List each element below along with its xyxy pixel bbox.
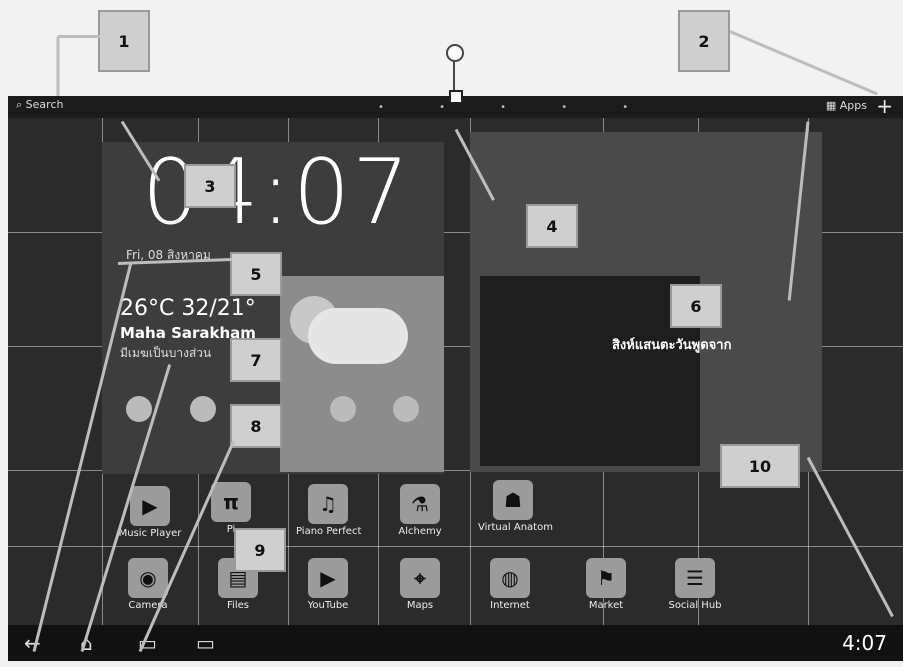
status-time: 4:07 xyxy=(842,631,887,655)
weather-temp: 26°C 32/21° xyxy=(120,296,256,321)
app-social-hub[interactable]: ☰ Social Hub xyxy=(660,558,730,611)
callout-4: 4 xyxy=(526,204,578,248)
globe-icon: ◍ xyxy=(490,558,530,598)
app-label: Alchemy xyxy=(398,526,442,537)
leader-1 xyxy=(58,35,100,38)
search-button[interactable]: ⌕ Search xyxy=(16,98,63,112)
camera-icon: ◉ xyxy=(128,558,168,598)
search-label: Search xyxy=(25,98,64,111)
app-label: Social Hub xyxy=(668,600,722,611)
callout-10: 10 xyxy=(720,444,800,488)
app-label: Files xyxy=(227,600,249,611)
app-youtube[interactable]: ▶ YouTube xyxy=(296,558,360,611)
apps-label: Apps xyxy=(839,99,867,112)
callout-8: 8 xyxy=(230,404,282,448)
app-label: Camera xyxy=(128,600,168,611)
map-icon: ⌖ xyxy=(400,558,440,598)
app-label: Music Player xyxy=(118,528,182,539)
app-market[interactable]: ⚑ Market xyxy=(574,558,638,611)
callout-9: 9 xyxy=(234,528,286,572)
forecast-cloud-icon xyxy=(190,396,216,422)
app-label: Internet xyxy=(490,600,530,611)
forecast-sun-icon xyxy=(330,396,356,422)
app-label: YouTube xyxy=(307,600,349,611)
photo-image xyxy=(480,276,700,466)
market-icon: ⚑ xyxy=(586,558,626,598)
app-label: Market xyxy=(588,600,624,611)
indicator-knob xyxy=(446,44,464,62)
flask-icon: ⚗ xyxy=(400,484,440,524)
indicator-square xyxy=(449,90,463,104)
forecast-cloud-icon xyxy=(126,396,152,422)
add-button[interactable]: + xyxy=(876,96,893,118)
callout-6: 6 xyxy=(670,284,722,328)
callout-2: 2 xyxy=(678,10,730,72)
pi-icon: π xyxy=(211,482,251,522)
app-label: Piano Perfect xyxy=(296,526,362,537)
app-piano-perfect[interactable]: ♫ Piano Perfect xyxy=(296,484,362,537)
clock-time: 04:07 xyxy=(142,140,412,245)
callout-7: 7 xyxy=(230,338,282,382)
social-icon: ☰ xyxy=(675,558,715,598)
piano-icon: ♫ xyxy=(308,484,348,524)
callout-1: 1 xyxy=(98,10,150,72)
app-virtual-anatom[interactable]: ☗ Virtual Anatom xyxy=(478,480,553,533)
apps-button[interactable]: ▦ Apps xyxy=(826,99,867,112)
callout-5: 5 xyxy=(230,252,282,296)
tablet-screen: ⌕ Search • • • • • ▦ Apps + 04:07 Fri, 0… xyxy=(8,96,903,661)
page-indicator: • • • • • xyxy=(378,102,655,113)
app-alchemy[interactable]: ⚗ Alchemy xyxy=(388,484,452,537)
app-internet[interactable]: ◍ Internet xyxy=(478,558,542,611)
app-label: Virtual Anatom xyxy=(478,522,553,533)
youtube-icon: ▶ xyxy=(308,558,348,598)
app-label: Maps xyxy=(406,600,434,611)
app-maps[interactable]: ⌖ Maps xyxy=(388,558,452,611)
photo-caption: สิงห์แสนตะวันพูดจาก xyxy=(612,338,732,353)
play-icon: ▶ xyxy=(130,486,170,526)
screenshot-icon[interactable]: ▭ xyxy=(196,631,215,655)
indicator-stem xyxy=(453,60,455,90)
callout-3: 3 xyxy=(184,164,236,208)
weather-condition: มีเมฆเป็นบางส่วน xyxy=(120,346,212,360)
cloud-icon xyxy=(308,308,408,364)
forecast-sun-icon xyxy=(393,396,419,422)
anatomy-icon: ☗ xyxy=(493,480,533,520)
